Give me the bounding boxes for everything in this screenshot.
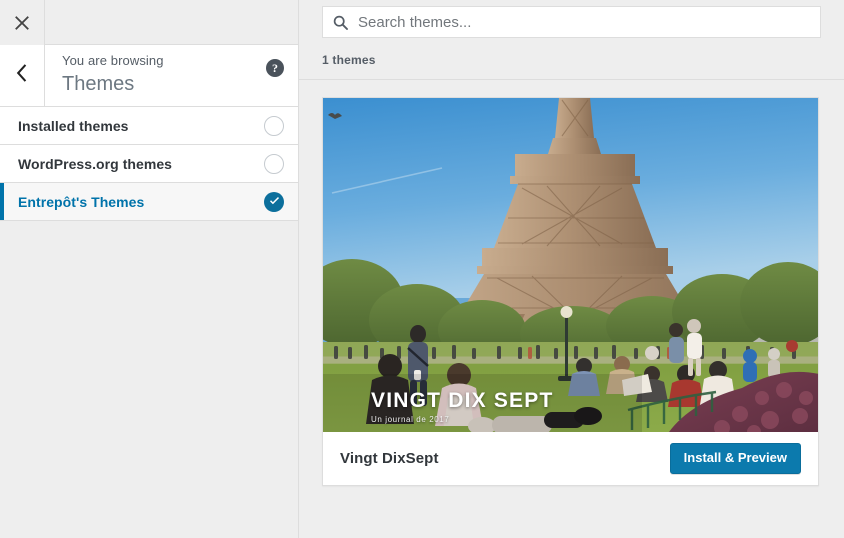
sidebar-item-label: WordPress.org themes: [18, 155, 173, 172]
chevron-left-icon: [16, 64, 28, 87]
sidebar-item-label: Entrepôt's Themes: [18, 193, 145, 210]
browsing-label: You are browsing: [62, 53, 164, 68]
customizer-sidebar: You are browsing Themes ? Installed them…: [0, 0, 299, 538]
theme-screenshot[interactable]: VINGT DIX SEPT Un journal de 2017: [323, 98, 818, 432]
themes-content-area: 1 themes: [299, 0, 844, 538]
theme-card[interactable]: VINGT DIX SEPT Un journal de 2017 Vingt …: [322, 97, 819, 486]
close-button[interactable]: [0, 0, 45, 45]
sidebar-item-installed-themes[interactable]: Installed themes: [0, 107, 298, 145]
sidebar-empty-area: [0, 221, 298, 538]
search-icon: [333, 15, 348, 30]
theme-card-footer: Vingt DixSept Install & Preview: [323, 432, 818, 485]
back-button[interactable]: [0, 45, 45, 106]
theme-screenshot-image: [323, 98, 818, 432]
sidebar-topbar: [0, 0, 298, 45]
theme-browser-window: You are browsing Themes ? Installed them…: [0, 0, 844, 538]
panel-title-wrap: You are browsing Themes ?: [45, 45, 298, 106]
theme-grid: VINGT DIX SEPT Un journal de 2017 Vingt …: [299, 80, 844, 486]
theme-name: Vingt DixSept: [340, 450, 439, 467]
topbar-filler: [45, 0, 298, 44]
install-and-preview-button[interactable]: Install & Preview: [669, 443, 801, 474]
radio-unselected-icon[interactable]: [264, 153, 284, 174]
help-icon[interactable]: ?: [266, 59, 284, 77]
radio-selected-check-icon[interactable]: [264, 191, 284, 212]
themes-count: 1 themes: [322, 53, 376, 67]
close-icon: [14, 15, 30, 31]
theme-section-list: Installed themes WordPress.org themes En…: [0, 107, 298, 221]
radio-unselected-icon[interactable]: [264, 115, 284, 136]
sidebar-item-entrepots-themes[interactable]: Entrepôt's Themes: [0, 183, 298, 221]
search-box[interactable]: [322, 6, 821, 38]
sidebar-item-wordpress-org-themes[interactable]: WordPress.org themes: [0, 145, 298, 183]
panel-header: You are browsing Themes ?: [0, 45, 298, 107]
sidebar-item-label: Installed themes: [18, 117, 129, 134]
search-input[interactable]: [356, 12, 810, 32]
page-title: Themes: [62, 73, 135, 95]
search-row: [299, 0, 844, 38]
